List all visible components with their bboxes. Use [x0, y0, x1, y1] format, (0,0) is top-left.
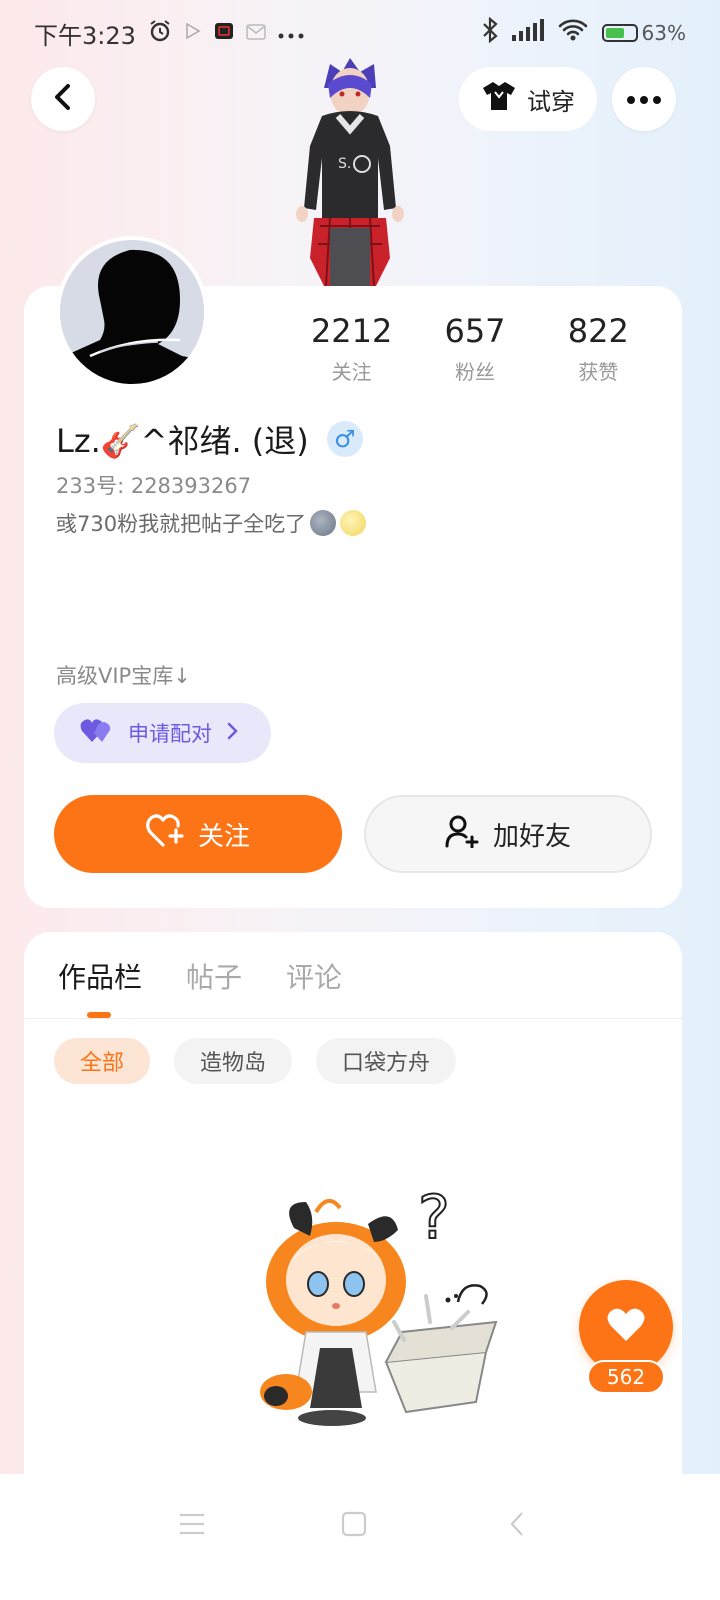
back-button[interactable]	[31, 67, 95, 131]
menu-icon	[179, 1513, 205, 1539]
app-notification-icon	[214, 21, 234, 46]
floating-like-count: 562	[587, 1360, 665, 1394]
heart-icon	[606, 1307, 646, 1347]
tshirt-icon	[481, 80, 517, 118]
stat-following-label: 关注	[331, 360, 372, 384]
full-moon-face-emoji-icon	[340, 510, 367, 536]
add-user-icon	[445, 814, 479, 855]
request-pair-button[interactable]: 申请配对	[54, 703, 271, 763]
status-time: 下午3:23	[34, 21, 136, 50]
battery-percent: 63%	[641, 21, 686, 45]
square-icon	[341, 1511, 367, 1541]
system-back-button[interactable]	[497, 1506, 537, 1546]
signal-icon	[511, 19, 544, 47]
stat-followers-value: 657	[444, 312, 506, 350]
vip-treasury-link[interactable]: 高级VIP宝库↓	[56, 660, 191, 690]
username: Lz.🎸^祁绪. (退)	[56, 422, 309, 460]
chevron-right-icon	[226, 721, 238, 745]
tab-works[interactable]: 作品栏	[58, 956, 142, 1016]
bio-text: 彧730粉我就把帖子全吃了	[56, 512, 307, 536]
stats-row: 2212 关注 657 粉丝 822 获赞	[290, 312, 660, 385]
tab-divider	[24, 1018, 682, 1019]
tab-comments[interactable]: 评论	[286, 956, 342, 1016]
filter-all[interactable]: 全部	[54, 1038, 151, 1084]
stat-likes[interactable]: 822 获赞	[537, 312, 660, 385]
filter-creation-island[interactable]: 造物岛	[174, 1038, 293, 1084]
stat-following[interactable]: 2212 关注	[290, 312, 413, 385]
bluetooth-icon	[482, 16, 498, 49]
stat-followers[interactable]: 657 粉丝	[413, 312, 536, 385]
follow-label: 关注	[197, 821, 250, 852]
heart-plus-icon	[146, 813, 184, 855]
more-options-button[interactable]	[612, 67, 676, 131]
content-tabs: 作品栏 帖子 评论	[58, 956, 342, 1016]
mail-icon	[246, 21, 266, 45]
add-friend-button[interactable]: 加好友	[364, 795, 652, 873]
try-on-button[interactable]: 试穿	[459, 67, 597, 131]
recent-apps-button[interactable]	[172, 1506, 212, 1546]
home-button[interactable]	[334, 1506, 374, 1546]
stat-likes-label: 获赞	[578, 360, 619, 384]
tab-posts[interactable]: 帖子	[186, 956, 242, 1016]
filter-chips: 全部 造物岛 口袋方舟	[54, 1038, 457, 1084]
user-id[interactable]: 233号: 228393267	[56, 470, 251, 500]
stat-likes-value: 822	[567, 312, 629, 350]
chevron-left-icon	[52, 83, 74, 115]
bio: 彧730粉我就把帖子全吃了	[56, 508, 367, 538]
empty-state-illustration: ?	[236, 1172, 506, 1432]
new-moon-face-emoji-icon	[310, 510, 337, 536]
battery-icon: 63%	[601, 21, 686, 45]
wifi-icon	[558, 18, 588, 48]
stat-following-value: 2212	[310, 312, 393, 350]
username-row: Lz.🎸^祁绪. (退) ♂	[56, 416, 363, 462]
stat-followers-label: 粉丝	[454, 360, 495, 384]
svg-text:S.: S.	[338, 156, 351, 172]
avatar[interactable]	[56, 236, 208, 388]
double-heart-icon	[80, 718, 114, 749]
add-friend-label: 加好友	[492, 821, 571, 852]
filter-pocket-ark[interactable]: 口袋方舟	[316, 1038, 457, 1084]
male-gender-icon: ♂	[326, 421, 363, 457]
status-bar: 下午3:23 63%	[0, 0, 720, 66]
play-store-icon	[184, 21, 202, 45]
svg-text:?: ?	[418, 1183, 450, 1253]
avatar-3d-figure[interactable]: S.	[280, 58, 420, 287]
more-dots-icon	[278, 21, 304, 45]
follow-button[interactable]: 关注	[54, 795, 342, 873]
try-on-label: 试穿	[527, 87, 575, 116]
request-pair-label: 申请配对	[128, 722, 212, 746]
alarm-icon	[148, 19, 172, 48]
chevron-left-icon	[509, 1511, 525, 1541]
content-card: 作品栏 帖子 评论 全部 造物岛 口袋方舟 ?	[24, 932, 682, 1552]
more-dots-icon	[626, 90, 662, 109]
